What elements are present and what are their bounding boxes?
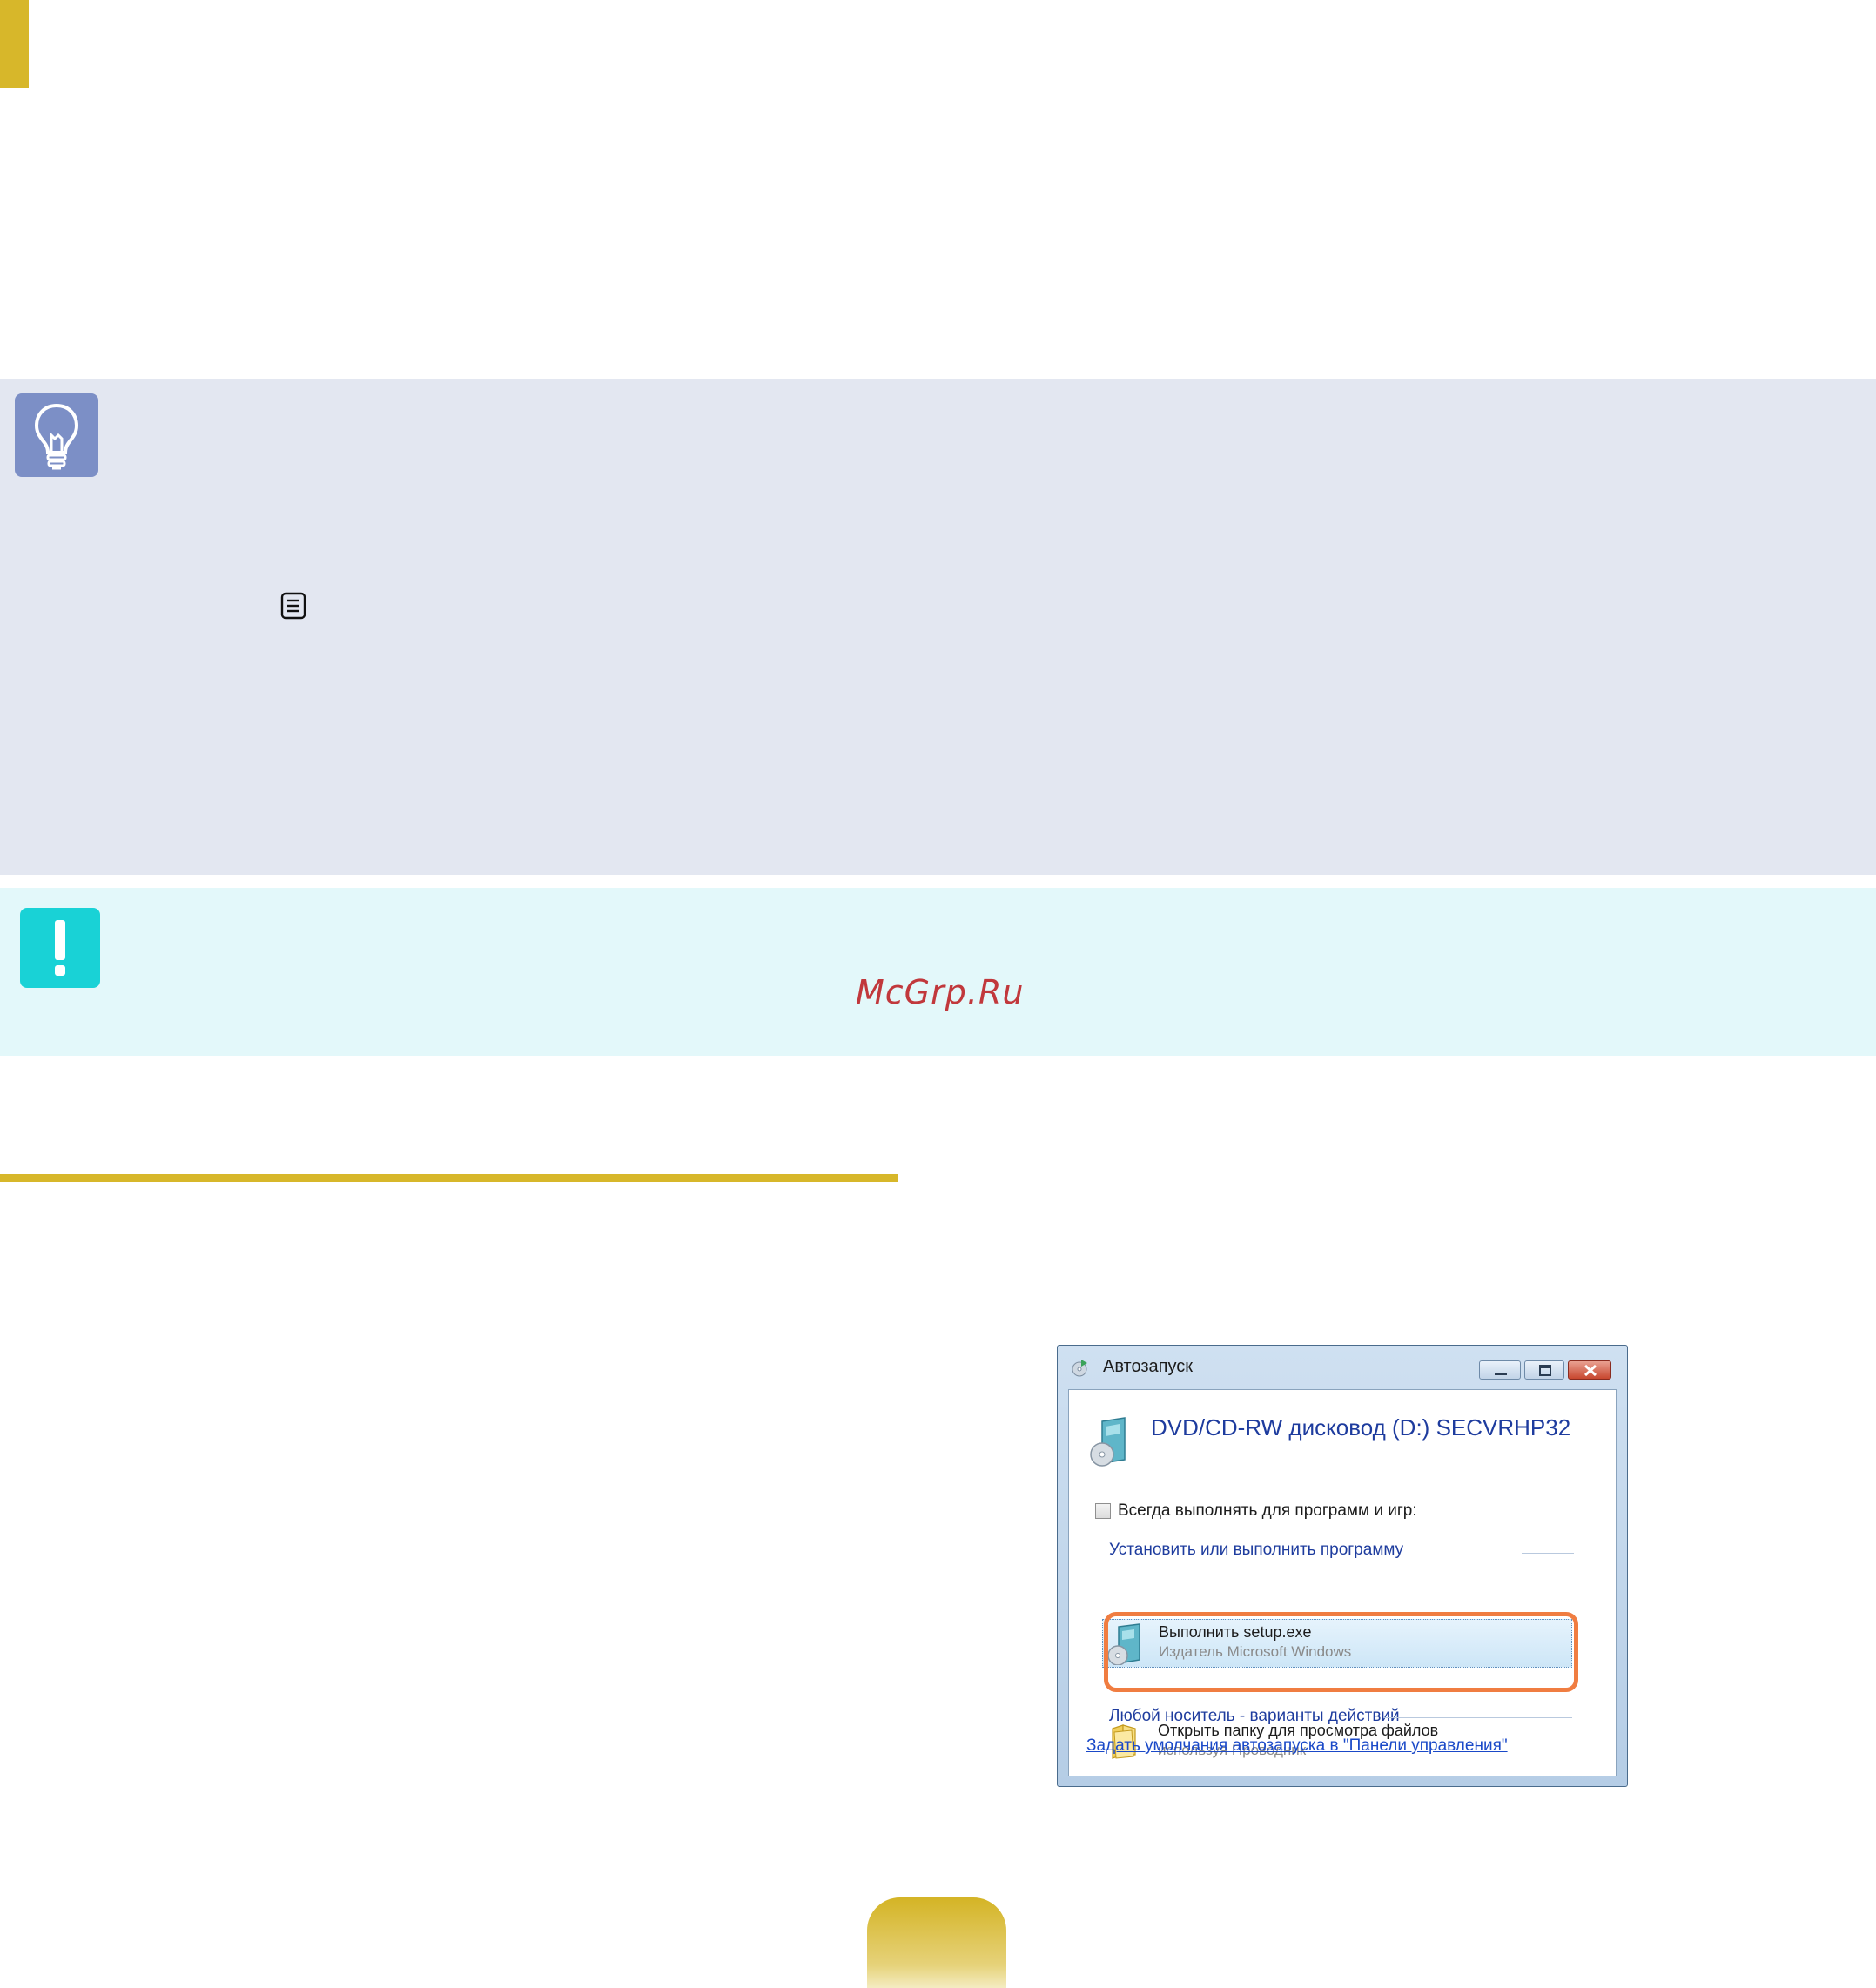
dialog-titlebar[interactable]: Автозапуск	[1058, 1346, 1627, 1389]
minimize-button[interactable]	[1479, 1360, 1521, 1380]
always-run-label: Всегда выполнять для программ и игр:	[1118, 1501, 1417, 1520]
autoplay-dialog: Автозапуск DVD/CD-RW дисковод (D:) SECVR…	[1057, 1345, 1628, 1787]
minimize-icon	[1495, 1373, 1507, 1375]
highlight-frame	[1104, 1612, 1578, 1692]
close-button[interactable]	[1568, 1360, 1611, 1380]
drive-title: DVD/CD-RW дисковод (D:) SECVRHP32	[1151, 1414, 1571, 1441]
watermark: McGrp.Ru	[856, 973, 1025, 1011]
dialog-content: DVD/CD-RW дисковод (D:) SECVRHP32 Всегда…	[1068, 1389, 1617, 1776]
group-divider	[1522, 1553, 1574, 1554]
maximize-icon	[1539, 1365, 1551, 1376]
page-number-tab	[867, 1897, 1006, 1988]
corner-tab	[0, 0, 29, 88]
maximize-button[interactable]	[1524, 1360, 1564, 1380]
always-run-checkbox[interactable]	[1095, 1503, 1111, 1519]
lightbulb-icon	[15, 393, 98, 477]
disc-drive-icon	[1090, 1417, 1126, 1467]
dialog-title: Автозапуск	[1103, 1357, 1194, 1376]
tip-box	[0, 379, 1876, 875]
autoplay-defaults-link[interactable]: Задать умолчания автозапуска в "Панели у…	[1086, 1736, 1508, 1756]
exclamation-icon	[20, 908, 100, 988]
group-install-heading: Установить или выполнить программу	[1109, 1541, 1404, 1559]
section-divider	[0, 1174, 898, 1182]
menu-key-icon	[280, 592, 306, 620]
warning-box	[0, 888, 1876, 1056]
close-icon	[1584, 1364, 1597, 1377]
autoplay-icon	[1072, 1360, 1087, 1377]
